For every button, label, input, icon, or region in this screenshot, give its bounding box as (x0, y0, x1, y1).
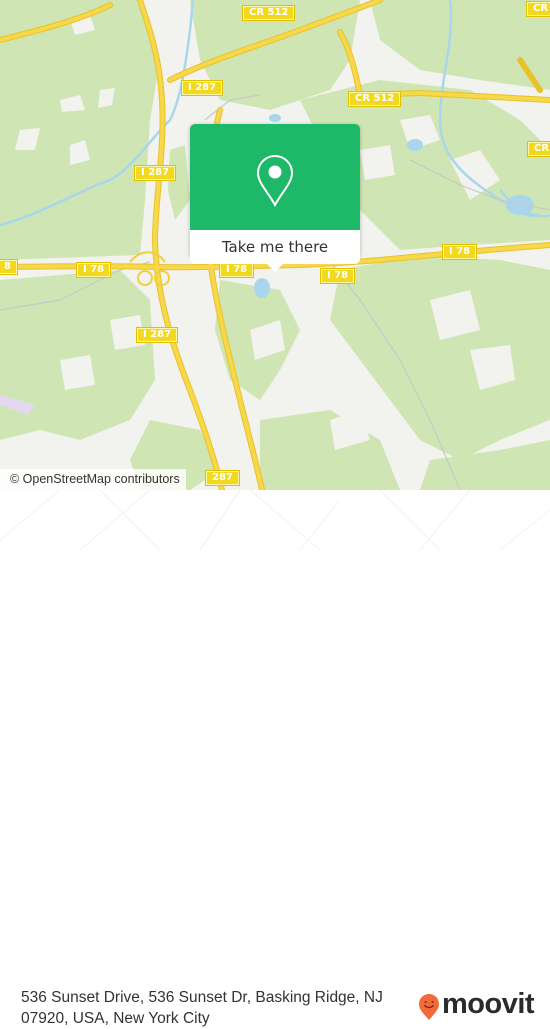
map-attribution[interactable]: © OpenStreetMap contributors (0, 469, 186, 490)
road-shield-i78: I 78 (319, 268, 356, 284)
footer-background-pattern (0, 490, 550, 550)
footer: 536 Sunset Drive, 536 Sunset Dr, Basking… (0, 490, 550, 1027)
map-pin-icon (256, 154, 294, 208)
road-shield-i287: 287 (205, 470, 240, 486)
road-shield-i287: I 287 (133, 165, 177, 181)
road-shield-i287: I 287 (135, 327, 179, 343)
moovit-wordmark: moovit (442, 988, 535, 1020)
road-shield-i78: 8 (0, 259, 18, 275)
popup-pointer (266, 263, 284, 272)
road-shield-cr: CR (525, 1, 550, 17)
road-shield-i78: I 78 (441, 244, 478, 260)
road-shield-i78: I 78 (218, 262, 255, 278)
popup-header (190, 124, 360, 230)
moovit-smile-pin-icon (419, 993, 439, 1020)
map[interactable]: CR 512 CR 512 CR CR I 287 I 287 I 287 28… (0, 0, 550, 490)
location-popup: Take me there (190, 124, 360, 272)
road-shield-i287: I 287 (180, 80, 224, 96)
take-me-there-button[interactable]: Take me there (190, 230, 360, 264)
road-shield-cr512: CR 512 (241, 5, 296, 21)
address-text: 536 Sunset Drive, 536 Sunset Dr, Basking… (21, 989, 383, 1027)
road-shield-cr: CR (526, 141, 550, 157)
road-shield-cr512: CR 512 (347, 91, 402, 107)
road-shield-i78: I 78 (75, 262, 112, 278)
moovit-logo[interactable]: moovit (418, 988, 535, 1021)
